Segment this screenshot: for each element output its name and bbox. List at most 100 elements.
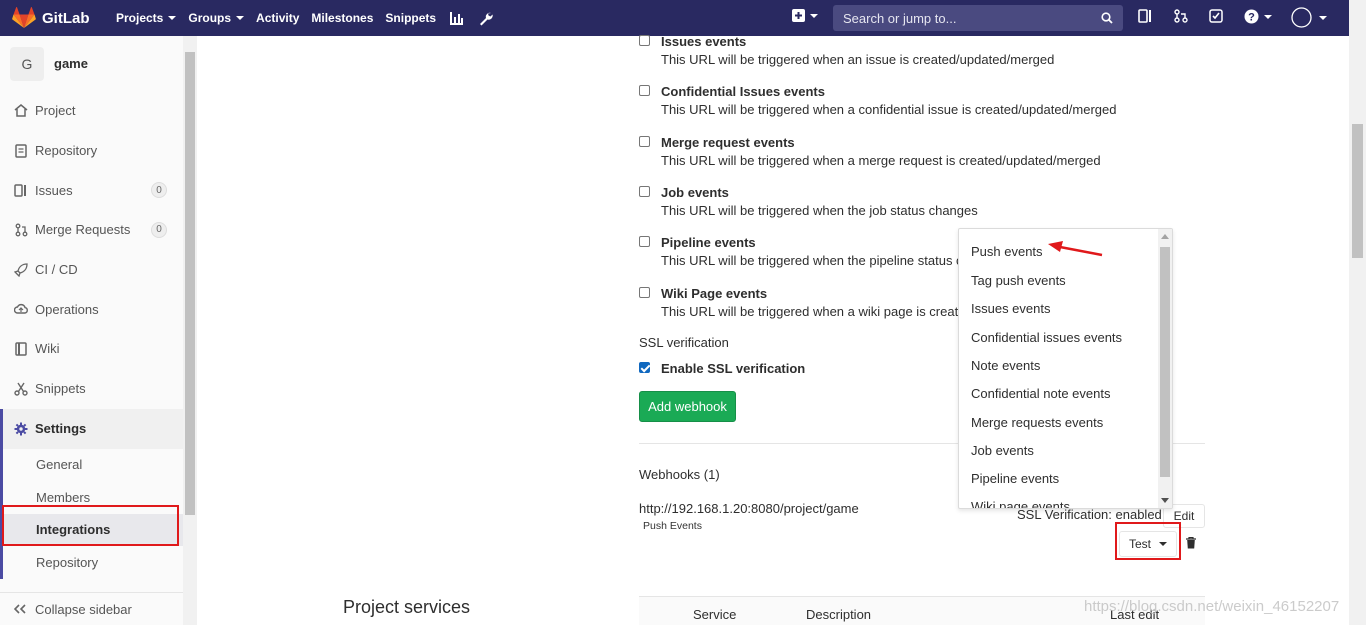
scroll-down-arrow-icon[interactable] [1161, 498, 1169, 503]
chevron-down-icon [810, 13, 818, 18]
sidebar-item-label: Operations [35, 301, 99, 317]
dropdown-item-push-events[interactable]: Push events [971, 244, 1043, 259]
nav-activity[interactable]: Activity [256, 0, 299, 36]
sidebar-item-issues[interactable]: Issues 0 [0, 170, 183, 210]
dropdown-item-merge-requests-events[interactable]: Merge requests events [971, 415, 1103, 430]
home-icon [14, 104, 28, 118]
dropdown-scrollbar-thumb[interactable] [1160, 247, 1170, 477]
sidebar-item-label: Wiki [35, 341, 60, 357]
webhooks-heading: Webhooks (1) [639, 467, 720, 482]
help-icon[interactable]: ? [1244, 9, 1272, 24]
brand-name: GitLab [42, 9, 90, 27]
sidebar-item-project[interactable]: Project [0, 91, 183, 131]
nav-snippets-label: Snippets [385, 11, 437, 25]
trigger-description: This URL will be triggered when the job … [661, 203, 978, 218]
highlight-integrations [2, 505, 179, 546]
dropdown-item-pipeline-events[interactable]: Pipeline events [971, 471, 1059, 486]
sidebar-item-label: Project [35, 103, 76, 119]
nav-projects[interactable]: Projects [116, 0, 177, 36]
settings-sub-repository[interactable]: Repository [0, 546, 183, 579]
gitlab-tanuki-icon [12, 7, 36, 28]
svg-text:?: ? [1248, 12, 1255, 24]
dropdown-item-wiki-page-events[interactable]: Wiki page events [971, 499, 1070, 508]
nav-milestones[interactable]: Milestones [311, 0, 373, 36]
issues-events-checkbox[interactable] [639, 35, 650, 46]
dropdown-scrollbar[interactable] [1158, 229, 1172, 508]
merge-icon [14, 223, 28, 237]
trash-icon[interactable] [1186, 536, 1196, 552]
job-events-checkbox[interactable] [639, 186, 650, 197]
dropdown-item-issues-events[interactable]: Issues events [971, 301, 1051, 316]
ssl-verification-checkbox[interactable] [639, 362, 650, 373]
sidebar-item-label: Settings [35, 421, 87, 436]
chart-icon[interactable] [450, 11, 464, 25]
sidebar-item-ci-cd[interactable]: CI / CD [0, 250, 183, 290]
gitlab-logo[interactable]: GitLab [12, 7, 104, 29]
trigger-title: Merge request events [661, 135, 795, 150]
trigger-description: This URL will be triggered when a confid… [661, 102, 1117, 117]
top-navbar: GitLab Projects Groups Activity Mileston… [0, 0, 1349, 36]
sidebar-scrollbar-thumb[interactable] [185, 52, 195, 515]
sidebar-item-settings[interactable]: Settings [0, 408, 183, 449]
page-scrollbar[interactable] [1349, 0, 1366, 625]
sidebar-item-repository[interactable]: Repository [0, 131, 183, 171]
watermark-text: https://blog.csdn.net/weixin_46152207 [1084, 598, 1340, 615]
search-input[interactable] [843, 10, 1093, 26]
page-scrollbar-thumb[interactable] [1352, 124, 1363, 258]
highlight-test-button [1115, 522, 1181, 560]
issues-count-badge: 0 [151, 182, 167, 199]
merge-requests-count-badge: 0 [151, 221, 167, 238]
sidebar-item-wiki[interactable]: Wiki [0, 329, 183, 369]
dropdown-item-job-events[interactable]: Job events [971, 443, 1034, 458]
add-webhook-button[interactable]: Add webhook [639, 391, 736, 422]
sidebar-item-label: Snippets [35, 381, 86, 397]
ssl-verification-heading: SSL verification [639, 335, 729, 350]
issues-icon[interactable] [1138, 9, 1152, 23]
collapse-sidebar-button[interactable]: Collapse sidebar [0, 592, 183, 625]
column-service: Service [693, 607, 737, 622]
sidebar-item-operations[interactable]: Operations [0, 289, 183, 329]
scroll-up-arrow-icon[interactable] [1161, 234, 1169, 239]
search-box[interactable] [833, 5, 1123, 31]
todo-icon[interactable] [1209, 9, 1223, 23]
sidebar-item-label: Merge Requests [35, 222, 131, 238]
doc-icon [14, 143, 28, 158]
cloud-icon [14, 302, 28, 316]
trigger-description: This URL will be triggered when the pipe… [661, 253, 970, 268]
book-icon [14, 342, 28, 356]
project-name: game [54, 56, 88, 71]
user-avatar[interactable] [1291, 7, 1327, 28]
test-events-dropdown: Push events Tag push events Issues event… [958, 228, 1173, 509]
search-icon [1101, 12, 1113, 24]
dropdown-item-note-events[interactable]: Note events [971, 358, 1040, 373]
nav-projects-label: Projects [116, 11, 164, 25]
ssl-verification-label: Enable SSL verification [661, 361, 806, 376]
settings-sub-general[interactable]: General [0, 448, 183, 481]
webhook-ssl-status: SSL Verification: enabled [1017, 507, 1162, 522]
webhook-url: http://192.168.1.20:8080/project/game [639, 501, 859, 516]
new-plus-icon[interactable] [792, 9, 818, 22]
confidential-issues-checkbox[interactable] [639, 85, 650, 96]
sidebar-item-snippets[interactable]: Snippets [0, 369, 183, 409]
project-services-heading: Project services [343, 597, 471, 617]
gear-icon [14, 422, 28, 436]
trigger-description: This URL will be triggered when a wiki p… [661, 304, 973, 319]
dropdown-item-confidential-note-events[interactable]: Confidential note events [971, 386, 1110, 401]
trigger-title: Job events [661, 185, 729, 200]
nav-groups-label: Groups [188, 11, 232, 25]
sidebar-item-merge-requests[interactable]: Merge Requests 0 [0, 210, 183, 250]
chevron-down-icon [236, 16, 245, 20]
sidebar-scrollbar[interactable] [183, 36, 197, 625]
sidebar-project-header[interactable]: G game [0, 36, 196, 91]
settings-sub-label: Members [36, 489, 91, 505]
nav-groups[interactable]: Groups [188, 0, 245, 36]
wiki-page-events-checkbox[interactable] [639, 287, 650, 298]
nav-snippets[interactable]: Snippets [385, 0, 436, 36]
pipeline-events-checkbox[interactable] [639, 236, 650, 247]
wrench-icon[interactable] [478, 11, 493, 26]
merge-request-icon[interactable] [1174, 9, 1188, 23]
dropdown-item-confidential-issues-events[interactable]: Confidential issues events [971, 330, 1122, 345]
merge-request-events-checkbox[interactable] [639, 136, 650, 147]
column-description: Description [806, 607, 872, 622]
dropdown-item-tag-push-events[interactable]: Tag push events [971, 273, 1066, 288]
